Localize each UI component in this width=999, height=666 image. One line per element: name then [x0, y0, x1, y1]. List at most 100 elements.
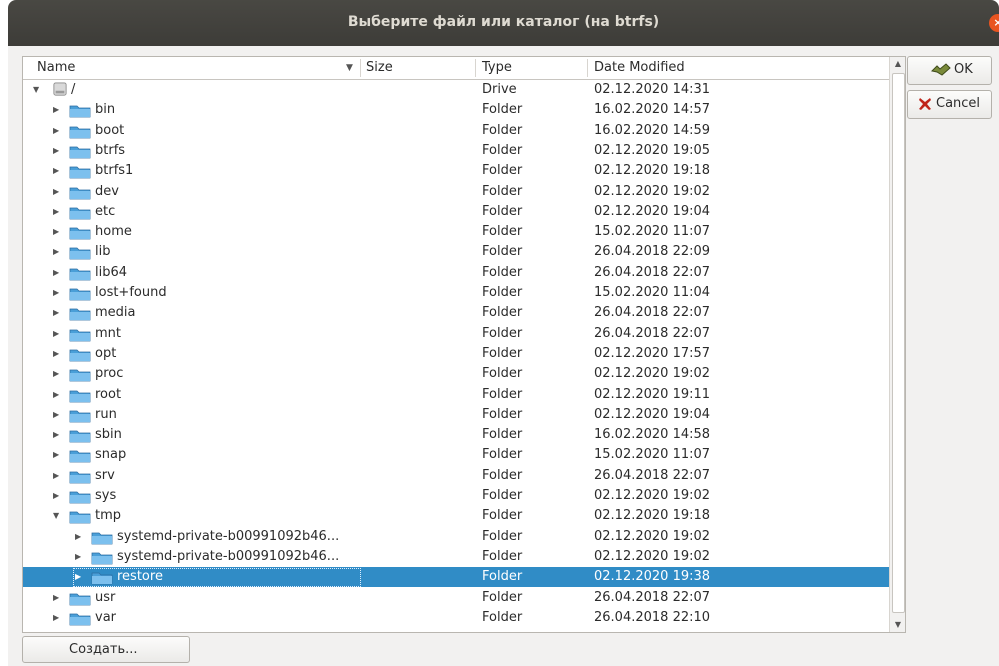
tree-row[interactable]: ▼ tmp Folder 02.12.2020 19:18	[23, 506, 889, 526]
expand-right-icon[interactable]: ▶	[53, 405, 59, 425]
expand-right-icon[interactable]: ▶	[53, 466, 59, 486]
row-name: run	[95, 406, 117, 422]
row-name: tmp	[95, 508, 122, 524]
tree-row[interactable]: ▶ btrfs1 Folder 02.12.2020 19:18	[23, 161, 889, 181]
expand-right-icon[interactable]: ▶	[53, 161, 59, 181]
row-type: Folder	[482, 488, 523, 503]
expand-right-icon[interactable]: ▶	[53, 121, 59, 141]
expand-right-icon[interactable]: ▶	[53, 608, 59, 628]
row-name: snap	[95, 447, 127, 463]
tree-row[interactable]: ▶ root Folder 02.12.2020 19:11	[23, 385, 889, 405]
row-date: 02.12.2020 19:02	[594, 366, 711, 382]
expand-right-icon[interactable]: ▶	[53, 425, 59, 445]
tree-row[interactable]: ▶ systemd-private-b00991092b46... Folder 02…	[23, 547, 889, 567]
tree-row[interactable]: ▶ lib64 Folder 26.04.2018 22:07	[23, 263, 889, 283]
expand-down-icon[interactable]: ▼	[53, 506, 59, 526]
tree-row[interactable]: ▶ usr Folder 26.04.2018 22:07	[23, 588, 889, 608]
scroll-down-arrow-icon[interactable]: ▼	[890, 618, 905, 632]
expand-right-icon[interactable]: ▶	[53, 141, 59, 161]
expand-right-icon[interactable]: ▶	[53, 263, 59, 283]
row-date: 02.12.2020 19:38	[594, 569, 711, 585]
tree-row[interactable]: ▶ lost+found Folder 15.02.2020 11:04	[23, 283, 889, 303]
folder-icon	[91, 532, 113, 544]
tree-row[interactable]: ▶ proc Folder 02.12.2020 19:02	[23, 364, 889, 384]
row-name: boot	[95, 122, 125, 138]
expand-right-icon[interactable]: ▶	[53, 182, 59, 202]
expand-right-icon[interactable]: ▶	[53, 100, 59, 120]
cancel-button[interactable]: Cancel	[907, 90, 992, 119]
tree-row-selected[interactable]: ▶ restore Folder 02.12.2020 19:38	[23, 567, 889, 588]
file-tree[interactable]: Name ▼ Size Type Date Modified ▼ / Drive 02…	[22, 56, 906, 633]
tree-row[interactable]: ▶ systemd-private-b00991092b46... Folder 02…	[23, 527, 889, 547]
vertical-scrollbar[interactable]: ▲ ▼	[889, 57, 905, 632]
expand-right-icon[interactable]: ▶	[53, 385, 59, 405]
expand-right-icon[interactable]: ▶	[53, 364, 59, 384]
tree-row[interactable]: ▶ bin Folder 16.02.2020 14:57	[23, 100, 889, 120]
tree-row[interactable]: ▶ btrfs Folder 02.12.2020 19:05	[23, 141, 889, 161]
tree-row[interactable]: ▶ boot Folder 16.02.2020 14:59	[23, 121, 889, 141]
folder-icon	[69, 146, 91, 159]
folder-icon	[69, 308, 91, 321]
tree-row[interactable]: ▶ home Folder 15.02.2020 11:07	[23, 222, 889, 242]
column-date-header[interactable]: Date Modified	[594, 60, 685, 75]
tree-row[interactable]: ▶ run Folder 02.12.2020 19:04	[23, 405, 889, 425]
expand-right-icon[interactable]: ▶	[53, 283, 59, 303]
row-date: 02.12.2020 14:31	[594, 82, 711, 97]
row-type: Folder	[482, 142, 523, 158]
row-type: Folder	[482, 305, 523, 321]
folder-icon	[69, 268, 91, 281]
tree-row[interactable]: ▶ dev Folder 02.12.2020 19:02	[23, 182, 889, 202]
tree-row[interactable]: ▶ mnt Folder 26.04.2018 22:07	[23, 324, 889, 344]
column-size-header[interactable]: Size	[366, 60, 393, 75]
tree-row[interactable]: ▶ etc Folder 02.12.2020 19:04	[23, 202, 889, 222]
row-type: Folder	[482, 427, 523, 443]
tree-row[interactable]: ▶ sbin Folder 16.02.2020 14:58	[23, 425, 889, 445]
column-name-header[interactable]: Name	[37, 60, 75, 75]
expand-right-icon[interactable]: ▶	[75, 527, 81, 547]
expand-right-icon[interactable]: ▶	[53, 324, 59, 344]
expand-down-icon[interactable]: ▼	[33, 80, 39, 100]
tree-row[interactable]: ▶ opt Folder 02.12.2020 17:57	[23, 344, 889, 364]
tree-row[interactable]: ▶ srv Folder 26.04.2018 22:07	[23, 466, 889, 486]
expand-right-icon[interactable]: ▶	[53, 445, 59, 465]
tree-row[interactable]: ▶ sys Folder 02.12.2020 19:02	[23, 486, 889, 506]
folder-icon	[69, 349, 91, 362]
expand-right-icon[interactable]: ▶	[53, 242, 59, 262]
row-date: 02.12.2020 19:02	[594, 488, 711, 503]
row-type: Folder	[482, 183, 523, 199]
row-type: Drive	[482, 82, 517, 97]
folder-icon	[69, 511, 91, 524]
tree-row[interactable]: ▼ / Drive 02.12.2020 14:31	[23, 80, 889, 100]
scroll-up-arrow-icon[interactable]: ▲	[890, 57, 905, 71]
ok-button[interactable]: OK	[907, 56, 992, 85]
tree-row[interactable]: ▶ snap Folder 15.02.2020 11:07	[23, 445, 889, 465]
expand-right-icon[interactable]: ▶	[53, 344, 59, 364]
column-divider[interactable]	[475, 59, 476, 77]
column-divider[interactable]	[360, 59, 361, 77]
row-name: proc	[95, 366, 124, 382]
row-type: Folder	[482, 406, 523, 422]
column-type-header[interactable]: Type	[482, 60, 512, 75]
create-button[interactable]: Создать...	[22, 636, 190, 663]
expand-right-icon[interactable]: ▶	[53, 486, 59, 506]
scrollbar-thumb[interactable]	[892, 73, 905, 613]
row-name: media	[95, 305, 136, 321]
row-type: Folder	[482, 102, 523, 118]
expand-right-icon[interactable]: ▶	[75, 547, 81, 567]
column-divider[interactable]	[587, 59, 588, 77]
expand-right-icon[interactable]: ▶	[53, 303, 59, 323]
tree-row[interactable]: ▶ media Folder 26.04.2018 22:07	[23, 303, 889, 323]
folder-icon	[69, 105, 91, 118]
create-label: Создать...	[69, 642, 138, 657]
row-type: Folder	[482, 325, 523, 341]
focus-rectangle	[73, 568, 361, 588]
expand-right-icon[interactable]: ▶	[53, 202, 59, 222]
row-name: home	[95, 224, 132, 240]
expand-right-icon[interactable]: ▶	[53, 588, 59, 608]
tree-row[interactable]: ▶ var Folder 26.04.2018 22:10	[23, 608, 889, 628]
row-date: 26.04.2018 22:07	[594, 264, 711, 280]
title-bar[interactable]: Выберите файл или каталог (на btrfs) ×	[8, 0, 999, 46]
expand-right-icon[interactable]: ▶	[53, 222, 59, 242]
row-date: 02.12.2020 19:18	[594, 163, 711, 179]
tree-row[interactable]: ▶ lib Folder 26.04.2018 22:09	[23, 242, 889, 262]
